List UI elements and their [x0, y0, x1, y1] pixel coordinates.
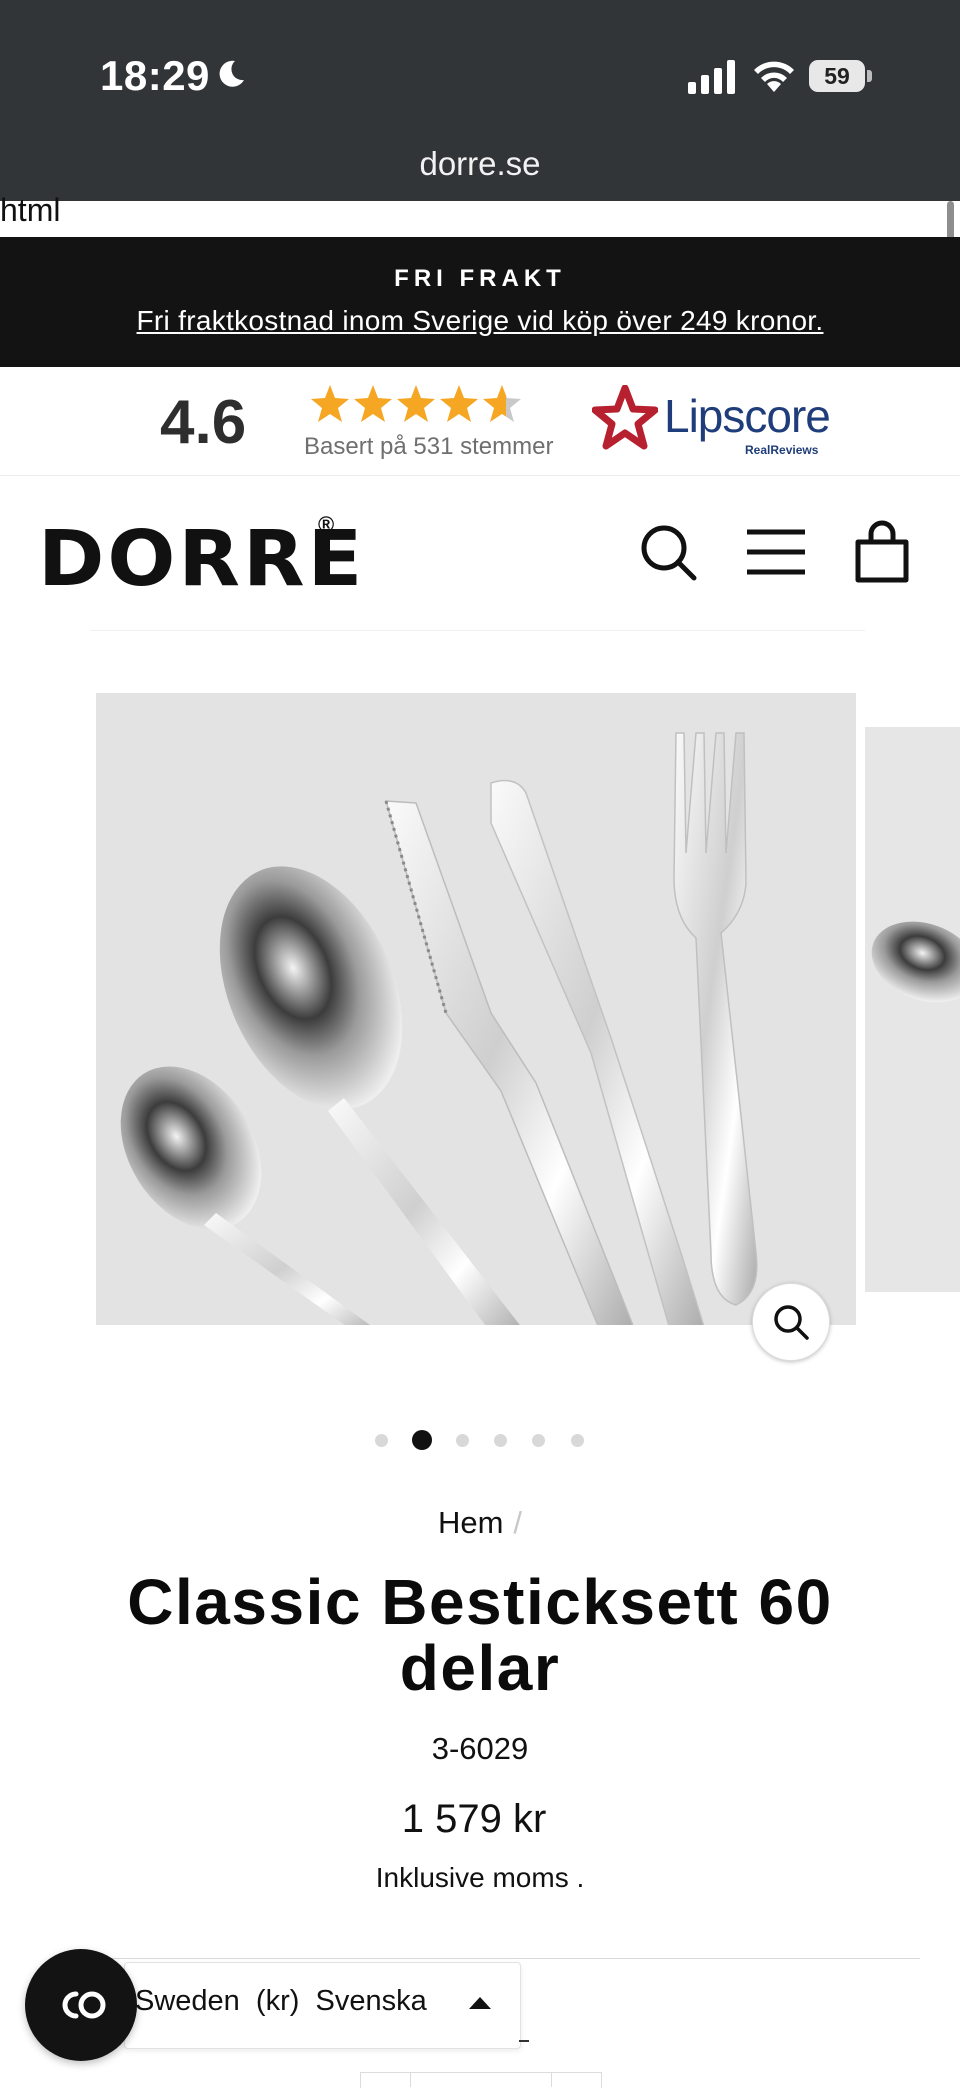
pagination-dot[interactable]: [375, 1434, 388, 1447]
lipscore-sub: RealReviews: [745, 443, 819, 457]
search-icon[interactable]: [636, 520, 700, 584]
lipscore-logo[interactable]: Lipscore RealReviews: [592, 385, 837, 457]
product-title: Classic Besticksett 60 delar: [127, 1566, 833, 1704]
locale-value: Sweden (kr) Svenska: [135, 1985, 427, 2017]
lipscore-star-icon: [592, 385, 658, 450]
cart-icon[interactable]: [850, 520, 914, 584]
review-widget[interactable]: 4.6 Basert på 531 stemmer Lipscore RealR…: [0, 367, 960, 476]
breadcrumb: Hem /: [0, 1505, 960, 1541]
caret-up-icon: [469, 1997, 491, 2009]
battery-icon: 59: [809, 60, 873, 92]
gallery-pagination[interactable]: [0, 1429, 960, 1451]
rating-score: 4.6: [160, 388, 247, 457]
announcement-link[interactable]: Fri fraktkostnad inom Sverige vid köp öv…: [0, 305, 960, 337]
signal-icon: [688, 60, 735, 94]
product-sku: 3-6029: [431, 1731, 529, 1766]
next-photo-illustration: [865, 727, 960, 1292]
logo-registered-mark: ®: [318, 512, 335, 537]
product-price: 1 579 kr: [401, 1797, 547, 1841]
status-time: 18:29: [100, 52, 210, 99]
menu-icon[interactable]: [744, 520, 808, 584]
cutlery-illustration: [96, 693, 856, 1325]
pagination-dot[interactable]: [571, 1434, 584, 1447]
moon-icon: [219, 60, 244, 87]
star-rating-icon: [311, 385, 521, 422]
breadcrumb-home-link[interactable]: Hem: [438, 1505, 503, 1540]
header-divider: [90, 630, 865, 631]
site-header: DORRE ®: [0, 476, 960, 628]
announcement-banner: FRI FRAKT Fri fraktkostnad inom Sverige …: [0, 237, 960, 367]
zoom-button[interactable]: [752, 1283, 830, 1361]
locale-selector[interactable]: Sweden (kr) Svenska: [124, 1962, 521, 2049]
pagination-dot[interactable]: [456, 1434, 469, 1447]
lipscore-name: Lipscore: [664, 390, 831, 442]
battery-cap: [867, 70, 872, 82]
stray-text: html: [0, 192, 61, 228]
zoom-icon: [774, 1305, 809, 1340]
wifi-icon: [754, 61, 794, 92]
pagination-dot[interactable]: [532, 1434, 545, 1447]
browser-url[interactable]: dorre.se: [0, 145, 960, 183]
pagination-dot[interactable]: [494, 1434, 507, 1447]
breadcrumb-separator: /: [513, 1505, 523, 1540]
dorre-logo[interactable]: DORRE: [38, 514, 365, 603]
vat-note: Inklusive moms .: [375, 1862, 585, 1893]
announcement-title: FRI FRAKT: [394, 265, 566, 292]
product-gallery[interactable]: [0, 640, 960, 1440]
rating-votes: Basert på 531 stemmer: [304, 433, 554, 460]
chat-button[interactable]: [25, 1949, 137, 2061]
chat-logo-icon: [62, 1991, 106, 2019]
pagination-dot-active[interactable]: [412, 1430, 432, 1450]
cutlery-set-photo[interactable]: [96, 693, 856, 1325]
underline-fragment: [519, 2040, 529, 2042]
quantity-stepper-field[interactable]: [410, 2072, 552, 2087]
next-product-photo[interactable]: [865, 727, 960, 1292]
section-divider: [110, 1958, 920, 1959]
battery-level: 59: [809, 60, 865, 92]
status-bar: 18:29 59 dorre.se: [0, 0, 960, 201]
